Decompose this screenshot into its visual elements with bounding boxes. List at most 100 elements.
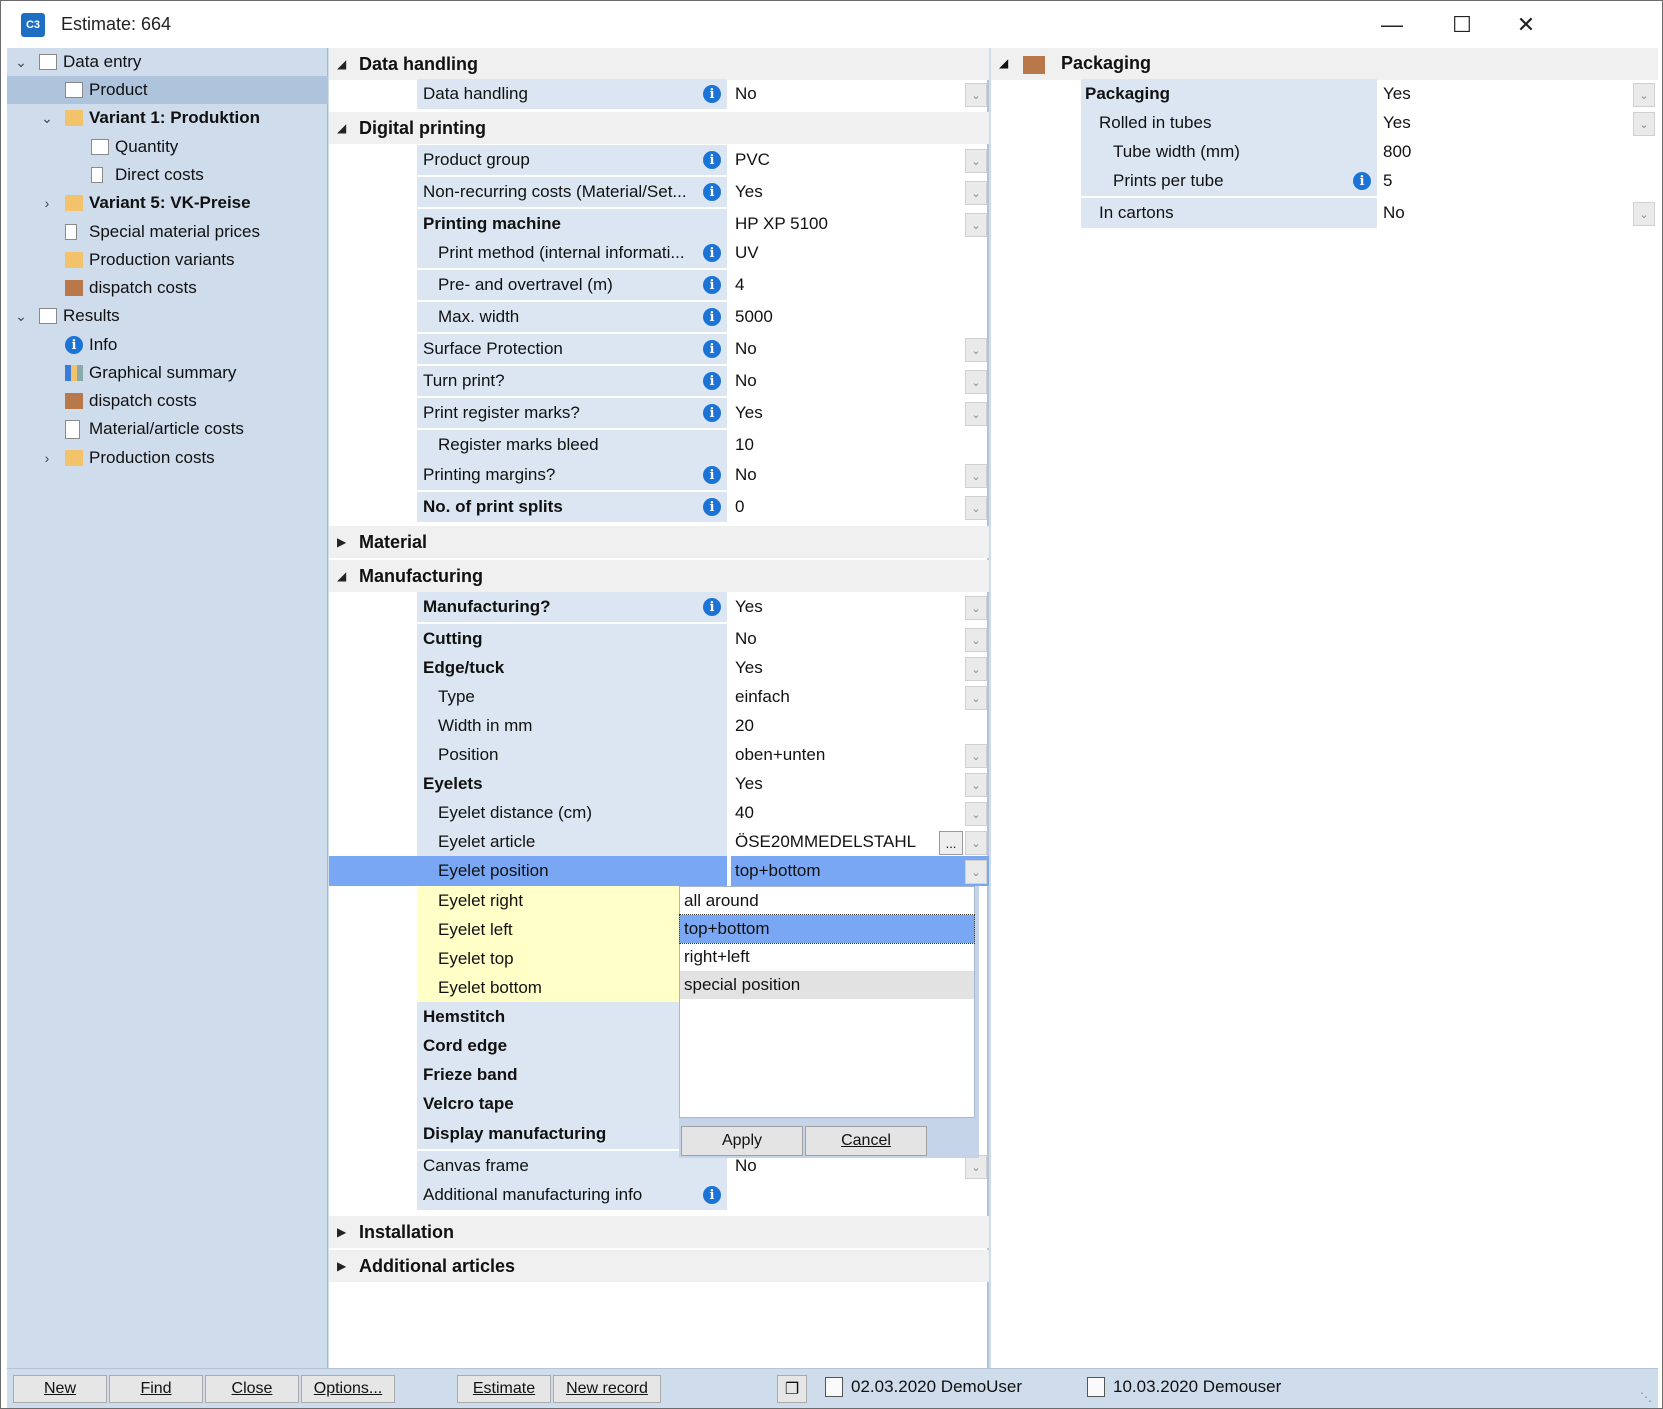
option-top-bottom[interactable]: top+bottom	[679, 914, 975, 944]
dropdown-arrow-icon[interactable]: ⌄	[965, 464, 987, 488]
prop-row-print-splits[interactable]: No. of print splits i 0 ⌄	[329, 492, 989, 522]
prop-value[interactable]: No	[731, 79, 989, 109]
prop-row-pre-overtravel[interactable]: Pre- and overtravel (m) i 4	[329, 270, 989, 300]
close-icon[interactable]: ✕	[1491, 1, 1561, 48]
prop-value[interactable]: oben+unten	[731, 740, 989, 770]
dropdown-arrow-icon[interactable]: ⌄	[965, 773, 987, 797]
tree-item-direct-costs[interactable]: Direct costs	[7, 161, 328, 189]
prop-value[interactable]: Yes	[731, 398, 989, 428]
prop-value[interactable]: PVC	[731, 145, 989, 175]
dropdown-arrow-icon[interactable]: ⌄	[965, 402, 987, 426]
dropdown-arrow-icon[interactable]: ⌄	[965, 802, 987, 826]
prop-row-width-mm[interactable]: Width in mm 20	[329, 711, 989, 741]
section-additional-articles[interactable]: ▶ Additional articles	[329, 1250, 989, 1282]
prop-row-manufacturing[interactable]: Manufacturing? i Yes ⌄	[329, 592, 989, 622]
prop-value[interactable]: 4	[731, 270, 989, 300]
prop-value[interactable]: Yes	[731, 592, 989, 622]
prop-row-print-register-marks[interactable]: Print register marks? i Yes ⌄	[329, 398, 989, 428]
dropdown-arrow-icon[interactable]: ⌄	[965, 686, 987, 710]
info-icon[interactable]: i	[703, 1186, 721, 1204]
prop-row-eyelet-position[interactable]: Eyelet position top+bottom ⌄	[329, 856, 989, 886]
tree-item-variant-1[interactable]: ⌄ Variant 1: Produktion	[7, 104, 328, 132]
prop-row-print-method[interactable]: Print method (internal informati... i UV	[329, 238, 989, 268]
prop-value[interactable]: top+bottom	[731, 856, 989, 886]
dropdown-arrow-icon[interactable]: ⌄	[965, 181, 987, 205]
prop-row-product-group[interactable]: Product group i PVC ⌄	[329, 145, 989, 175]
prop-value[interactable]: UV	[731, 238, 989, 268]
maximize-icon[interactable]: ☐	[1427, 1, 1497, 48]
expand-icon[interactable]: ▶	[337, 1225, 346, 1239]
dropdown-arrow-icon[interactable]: ⌄	[965, 596, 987, 620]
tree-item-production-variants[interactable]: Production variants	[7, 246, 328, 274]
prop-value[interactable]: 0	[731, 492, 989, 522]
prop-row-eyelet-article[interactable]: Eyelet article ÖSE20MMEDELSTAHL ... ⌄	[329, 827, 989, 857]
dropdown-arrow-icon[interactable]: ⌄	[1633, 112, 1655, 136]
copy-icon[interactable]: ❐	[777, 1375, 807, 1403]
prop-value[interactable]: HP XP 5100	[731, 209, 989, 239]
info-icon[interactable]: i	[703, 466, 721, 484]
dropdown-arrow-icon[interactable]: ⌄	[965, 370, 987, 394]
prop-value[interactable]: 5	[1381, 166, 1611, 196]
prop-value[interactable]: 800	[1381, 137, 1611, 167]
collapse-icon[interactable]: ◢	[337, 121, 346, 135]
tree-item-graphical-summary[interactable]: Graphical summary	[7, 359, 328, 387]
prop-value[interactable]: Yes	[1381, 79, 1611, 109]
info-icon[interactable]: i	[703, 151, 721, 169]
minimize-icon[interactable]: —	[1357, 1, 1427, 48]
prop-row-surface-protection[interactable]: Surface Protection i No ⌄	[329, 334, 989, 364]
close-button[interactable]: Close	[205, 1375, 299, 1403]
chevron-down-icon[interactable]: ⌄	[13, 54, 29, 71]
dropdown-arrow-icon[interactable]: ⌄	[965, 338, 987, 362]
info-icon[interactable]: i	[703, 183, 721, 201]
find-button[interactable]: Find	[109, 1375, 203, 1403]
section-manufacturing[interactable]: ◢ Manufacturing	[329, 560, 989, 592]
info-icon[interactable]: i	[703, 244, 721, 262]
info-icon[interactable]: i	[703, 276, 721, 294]
info-icon[interactable]: i	[703, 498, 721, 516]
prop-row-cutting[interactable]: Cutting No ⌄	[329, 624, 989, 654]
section-packaging[interactable]: ◢ Packaging	[991, 48, 1658, 80]
tree-item-variant-5[interactable]: › Variant 5: VK-Preise	[7, 189, 328, 217]
prop-row-data-handling[interactable]: Data handling i No ⌄	[329, 79, 989, 109]
info-icon[interactable]: i	[703, 404, 721, 422]
info-icon[interactable]: i	[703, 85, 721, 103]
collapse-icon[interactable]: ◢	[337, 569, 346, 583]
cancel-button[interactable]: Cancel	[805, 1126, 927, 1156]
prop-value[interactable]: Yes	[731, 177, 989, 207]
prop-value[interactable]: 20	[731, 711, 989, 741]
prop-row-position[interactable]: Position oben+unten ⌄	[329, 740, 989, 770]
prop-value[interactable]: 40	[731, 798, 989, 828]
tree-item-product[interactable]: Product	[7, 76, 328, 104]
prop-row-register-marks-bleed[interactable]: Register marks bleed 10	[329, 430, 989, 460]
chevron-down-icon[interactable]: ⌄	[13, 308, 29, 325]
prop-row-turn-print[interactable]: Turn print? i No ⌄	[329, 366, 989, 396]
chevron-right-icon[interactable]: ›	[39, 195, 55, 211]
prop-value[interactable]: 10	[731, 430, 989, 460]
new-button[interactable]: New	[13, 1375, 107, 1403]
info-icon[interactable]: i	[1353, 172, 1371, 190]
option-right-left[interactable]: right+left	[680, 943, 974, 971]
prop-row-eyelet-distance[interactable]: Eyelet distance (cm) 40 ⌄	[329, 798, 989, 828]
tree-item-material-article-costs[interactable]: Material/article costs	[7, 415, 328, 443]
estimate-button[interactable]: Estimate	[457, 1375, 551, 1403]
prop-value[interactable]	[731, 1180, 989, 1210]
tree-item-dispatch-costs[interactable]: dispatch costs	[7, 274, 328, 302]
expand-icon[interactable]: ▶	[337, 535, 346, 549]
prop-value[interactable]: No	[1381, 198, 1611, 228]
prop-value[interactable]: Yes	[1381, 108, 1611, 138]
prop-row-packaging[interactable]: Packaging Yes ⌄	[991, 79, 1658, 109]
section-material[interactable]: ▶ Material	[329, 526, 989, 558]
prop-value[interactable]: No	[731, 366, 989, 396]
dropdown-arrow-icon[interactable]: ⌄	[965, 628, 987, 652]
dropdown-arrow-icon[interactable]: ⌄	[965, 744, 987, 768]
apply-button[interactable]: Apply	[681, 1126, 803, 1156]
dropdown-arrow-icon[interactable]: ⌄	[1633, 83, 1655, 107]
prop-value[interactable]: No	[731, 624, 989, 654]
tree-item-special-material-prices[interactable]: Special material prices	[7, 218, 328, 246]
prop-row-tube-width[interactable]: Tube width (mm) 800	[991, 137, 1658, 167]
expand-icon[interactable]: ▶	[337, 1259, 346, 1273]
chevron-down-icon[interactable]: ⌄	[39, 110, 55, 127]
option-all-around[interactable]: all around	[680, 887, 974, 915]
collapse-icon[interactable]: ◢	[337, 57, 346, 71]
prop-row-printing-machine[interactable]: Printing machine HP XP 5100 ⌄	[329, 209, 989, 239]
